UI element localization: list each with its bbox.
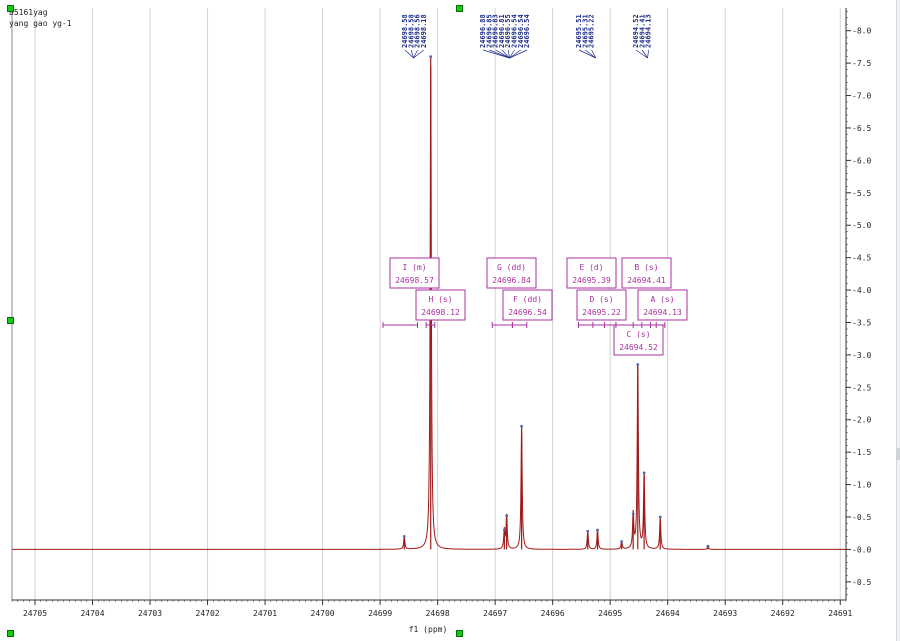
multiplet-value: 24696.84 bbox=[492, 276, 531, 285]
resize-handle-top-center[interactable] bbox=[456, 5, 463, 12]
peak-label-connector bbox=[489, 49, 510, 59]
peak-marker bbox=[636, 363, 640, 367]
peak-marker bbox=[631, 512, 635, 516]
y-tick-label: -5.0 bbox=[852, 221, 871, 230]
peak-label-connector bbox=[642, 49, 648, 59]
x-tick-label: 24702 bbox=[196, 609, 220, 618]
peak-marker bbox=[658, 515, 662, 519]
peak-label-connector bbox=[635, 49, 648, 59]
peak-marker bbox=[642, 471, 646, 475]
x-axis: 24705 24704 24703 24702 24701 24700 24699 24698… bbox=[11, 600, 852, 618]
multiplet-name: F (dd) bbox=[513, 295, 542, 304]
x-tick-label: 24696 bbox=[541, 609, 565, 618]
y-tick-label: -0.5 bbox=[852, 578, 871, 587]
sample-id: 85161yag bbox=[9, 8, 48, 17]
x-tick-label: 24703 bbox=[138, 609, 162, 618]
resize-handle-bottom-center[interactable] bbox=[456, 630, 463, 637]
x-tick-label: 24701 bbox=[253, 609, 277, 618]
y-tick-label: -4.5 bbox=[852, 254, 871, 263]
x-tick-label: 24691 bbox=[828, 609, 852, 618]
multiplet-name: C (s) bbox=[626, 330, 650, 339]
y-tick-label: -3.5 bbox=[852, 318, 871, 327]
peak-label-connector bbox=[413, 49, 425, 59]
peak-marker bbox=[596, 528, 599, 532]
resize-handle-bottom-left[interactable] bbox=[7, 630, 14, 637]
peak-label: 24695.22 bbox=[588, 14, 596, 48]
side-panel-edge[interactable] bbox=[896, 0, 900, 641]
peak-labels: 24698.5824698.5824698.5624698.18 24696.88… bbox=[401, 14, 653, 59]
peak-label: 24698.18 bbox=[420, 14, 428, 48]
x-tick-label: 24697 bbox=[483, 609, 507, 618]
peak-label: 24696.54 bbox=[523, 14, 531, 48]
peak-label-connector bbox=[647, 49, 649, 59]
x-tick-label: 24705 bbox=[23, 609, 47, 618]
y-tick-label: -4.0 bbox=[852, 286, 871, 295]
y-tick-label: -6.5 bbox=[852, 124, 871, 133]
y-tick-label: -6.0 bbox=[852, 156, 871, 165]
y-tick-label: -2.0 bbox=[852, 416, 871, 425]
sample-description: yang gao yg-1 bbox=[9, 19, 72, 28]
x-axis-label: f1 (ppm) bbox=[409, 625, 448, 634]
y-tick-label: -0.5 bbox=[852, 513, 871, 522]
multiplet-annotations: I (m) 24698.57 H (s) 24698.12 G (dd) 24696.84… bbox=[382, 257, 688, 356]
peak-marker bbox=[402, 535, 406, 538]
side-panel-grip[interactable] bbox=[896, 448, 900, 460]
x-tick-label: 24693 bbox=[713, 609, 737, 618]
multiplet-value: 24695.39 bbox=[572, 276, 611, 285]
y-tick-label: -0.0 bbox=[852, 545, 871, 554]
x-tick-label: 24700 bbox=[311, 609, 335, 618]
x-tick-label: 24694 bbox=[656, 609, 680, 618]
y-tick-label: -5.5 bbox=[852, 189, 871, 198]
peak-marker bbox=[520, 424, 524, 428]
peak-label: 24694.13 bbox=[645, 14, 653, 48]
multiplet-name: E (d) bbox=[579, 263, 603, 272]
x-tick-label: 24698 bbox=[426, 609, 450, 618]
nmr-spectrum-chart: 24698.5824698.5824698.5624698.18 24696.88… bbox=[11, 8, 871, 634]
y-tick-label: -1.5 bbox=[852, 448, 871, 457]
peak-marker bbox=[505, 514, 509, 518]
multiplet-value: 24698.12 bbox=[421, 308, 460, 317]
resize-handle-top-left[interactable] bbox=[7, 5, 14, 12]
multiplet-value: 24694.13 bbox=[643, 308, 682, 317]
x-tick-label: 24704 bbox=[80, 609, 104, 618]
multiplet-value: 24698.57 bbox=[395, 276, 434, 285]
x-tick-label: 24695 bbox=[598, 609, 622, 618]
resize-handle-middle-left[interactable] bbox=[7, 317, 14, 324]
peak-marker bbox=[620, 540, 624, 544]
multiplet-name: A (s) bbox=[650, 295, 674, 304]
multiplet-name: I (m) bbox=[402, 263, 426, 272]
multiplet-name: H (s) bbox=[428, 295, 452, 304]
multiplet-value: 24695.22 bbox=[582, 308, 621, 317]
y-tick-label: -8.0 bbox=[852, 27, 871, 36]
x-tick-label: 24692 bbox=[771, 609, 795, 618]
multiplet-value: 24696.54 bbox=[508, 308, 547, 317]
y-axis: -8.0 -7.5 -7.0 -6.5 -6.0 -5.5 -5.0 -4.5 -4.0 -3.5… bbox=[846, 10, 871, 596]
y-tick-label: -7.0 bbox=[852, 92, 871, 101]
peak-marker bbox=[586, 529, 590, 533]
y-tick-label: -2.5 bbox=[852, 383, 871, 392]
multiplet-name: G (dd) bbox=[497, 263, 526, 272]
peak-marker bbox=[706, 544, 710, 548]
y-tick-label: -1.0 bbox=[852, 481, 871, 490]
multiplet-value: 24694.41 bbox=[627, 276, 666, 285]
peak-marker bbox=[502, 528, 506, 532]
y-tick-label: -3.0 bbox=[852, 351, 871, 360]
multiplet-value: 24694.52 bbox=[619, 343, 658, 352]
multiplet-name: B (s) bbox=[634, 263, 658, 272]
peak-marker bbox=[429, 55, 433, 59]
x-tick-label: 24699 bbox=[368, 609, 392, 618]
multiplet-name: D (s) bbox=[589, 295, 613, 304]
y-tick-label: -7.5 bbox=[852, 59, 871, 68]
